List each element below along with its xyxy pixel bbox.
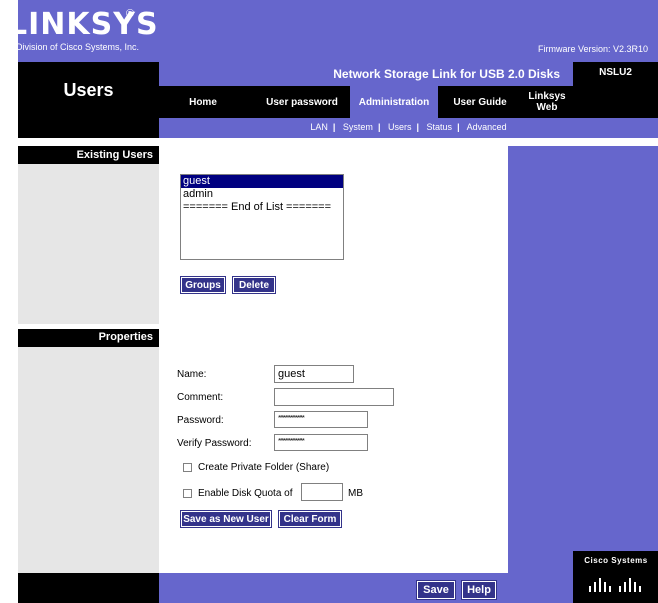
section-existing-users: Existing Users — [76, 149, 153, 161]
list-item[interactable]: admin — [181, 188, 343, 201]
name-field[interactable]: guest — [274, 365, 354, 383]
disk-quota-label: Enable Disk Quota of — [198, 488, 293, 499]
section-panel — [18, 164, 159, 324]
subnav-system[interactable]: System — [343, 122, 373, 132]
comment-label: Comment: — [177, 392, 224, 403]
save-as-new-user-button[interactable]: Save as New User — [180, 510, 272, 528]
verify-password-label: Verify Password: — [177, 438, 252, 449]
linksys-logo: LINKSYS — [8, 7, 159, 42]
tab-home[interactable]: Home — [159, 86, 247, 118]
right-panel — [508, 146, 658, 573]
tab-linksys-web[interactable]: Linksys Web — [522, 86, 572, 118]
save-button[interactable]: Save — [416, 580, 456, 600]
tab-administration[interactable]: Administration — [350, 86, 438, 118]
model-name: NSLU2 — [599, 67, 632, 78]
private-folder-checkbox[interactable] — [183, 463, 192, 472]
subnav-users[interactable]: Users — [388, 122, 412, 132]
password-label: Password: — [177, 415, 224, 426]
sub-nav-links: LAN | System | Users | Status | Advanced — [310, 122, 507, 132]
section-panel — [18, 347, 159, 573]
section-properties: Properties — [98, 331, 153, 343]
tab-user-password[interactable]: User password — [257, 86, 347, 118]
logo-trademark: ® — [126, 8, 135, 20]
list-item[interactable]: ======= End of List ======= — [181, 201, 343, 214]
cisco-bridge-icon — [589, 578, 641, 592]
existing-users-list[interactable]: guest admin ======= End of List ======= — [180, 174, 344, 260]
delete-button[interactable]: Delete — [232, 276, 276, 294]
subnav-status[interactable]: Status — [427, 122, 453, 132]
subnav-advanced[interactable]: Advanced — [467, 122, 507, 132]
subnav-lan[interactable]: LAN — [310, 122, 328, 132]
private-folder-label: Create Private Folder (Share) — [198, 462, 330, 473]
firmware-version: Firmware Version: V2.3R10 — [537, 44, 648, 54]
product-name: Network Storage Link for USB 2.0 Disks — [333, 67, 560, 81]
verify-password-field[interactable]: *************** — [274, 434, 368, 451]
spacer — [18, 138, 658, 146]
disk-quota-checkbox[interactable] — [183, 489, 192, 498]
tab-user-guide[interactable]: User Guide — [442, 86, 518, 118]
disk-quota-field[interactable] — [301, 483, 343, 501]
comment-field[interactable] — [274, 388, 394, 406]
groups-button[interactable]: Groups — [180, 276, 226, 294]
logo-subtitle: A Division of Cisco Systems, Inc. — [8, 42, 140, 52]
name-label: Name: — [177, 369, 207, 380]
list-item[interactable]: guest — [181, 175, 343, 188]
page-title: Users — [63, 80, 114, 100]
clear-form-button[interactable]: Clear Form — [278, 510, 342, 528]
password-field[interactable]: *************** — [274, 411, 368, 428]
help-button[interactable]: Help — [461, 580, 497, 600]
cisco-logo: Cisco Systems — [584, 556, 648, 565]
quota-unit: MB — [348, 488, 363, 499]
